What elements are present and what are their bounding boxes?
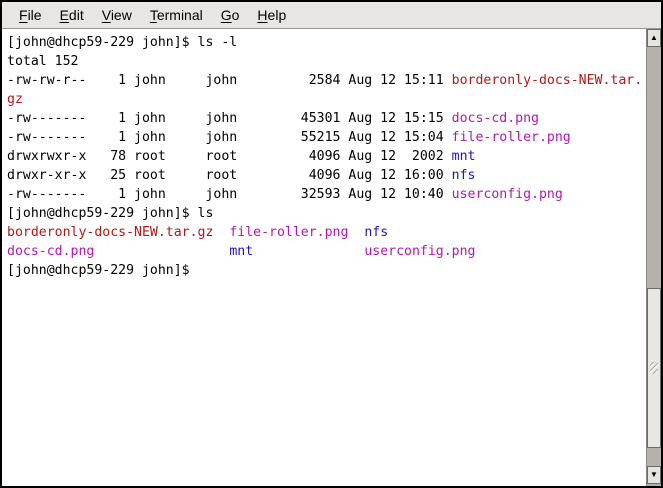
terminal-text-segment: userconfig.png <box>452 187 563 202</box>
terminal-text-segment: -rw------- 1 john john 32593 Aug 12 10:4… <box>7 187 452 202</box>
scrollbar-grip-icon <box>650 362 658 374</box>
terminal-text-segment: -rw-rw-r-- 1 john john 2584 Aug 12 15:11 <box>7 73 452 88</box>
menu-item-help[interactable]: Help <box>248 3 295 27</box>
terminal-text-segment: borderonly-docs-NEW.tar. <box>452 73 643 88</box>
terminal-text-segment: docs-cd.png <box>7 244 94 259</box>
terminal-text-segment: mnt <box>452 149 476 164</box>
terminal-text-segment: [john@dhcp59-229 john]$ ls -l <box>7 35 237 50</box>
terminal-text-segment <box>253 244 364 259</box>
terminal-text-segment: drwxrwxr-x 78 root root 4096 Aug 12 2002 <box>7 149 452 164</box>
terminal-text-segment: file-roller.png <box>452 130 571 145</box>
scrollbar-trough[interactable]: ▲ ▼ <box>646 29 661 486</box>
terminal-text-segment <box>348 225 364 240</box>
menu-item-terminal[interactable]: Terminal <box>141 3 212 27</box>
menu-bar: FileEditViewTerminalGoHelp <box>2 2 661 29</box>
scroll-down-button[interactable]: ▼ <box>647 466 661 484</box>
scrollbar[interactable]: ▲ ▼ <box>644 29 661 486</box>
terminal-text-segment: mnt <box>229 244 253 259</box>
menu-item-go[interactable]: Go <box>212 3 249 27</box>
terminal-text-segment: nfs <box>364 225 388 240</box>
terminal-text-segment: total 152 <box>7 54 78 69</box>
terminal-text-segment: file-roller.png <box>229 225 348 240</box>
scrollbar-thumb[interactable] <box>647 288 661 448</box>
terminal-text-segment: [john@dhcp59-229 john]$ ls <box>7 206 213 221</box>
menu-item-view[interactable]: View <box>93 3 141 27</box>
terminal-text-segment: docs-cd.png <box>452 111 539 126</box>
terminal-text-segment: drwxr-xr-x 25 root root 4096 Aug 12 16:0… <box>7 168 452 183</box>
scroll-up-icon: ▲ <box>650 34 658 42</box>
terminal-text-segment: [john@dhcp59-229 john]$ <box>7 263 198 278</box>
terminal-text-segment <box>94 244 229 259</box>
menu-item-file[interactable]: File <box>10 3 51 27</box>
terminal-screen[interactable]: [john@dhcp59-229 john]$ ls -l total 152 … <box>2 29 644 486</box>
terminal-text-segment: borderonly-docs-NEW.tar.gz <box>7 225 213 240</box>
terminal-text-segment: -rw------- 1 john john 55215 Aug 12 15:0… <box>7 130 452 145</box>
terminal-text-segment: -rw------- 1 john john 45301 Aug 12 15:1… <box>7 111 452 126</box>
terminal-text-segment: gz <box>7 92 23 107</box>
terminal-output: [john@dhcp59-229 john]$ ls -l total 152 … <box>2 29 644 280</box>
terminal-window: FileEditViewTerminalGoHelp [john@dhcp59-… <box>0 0 663 488</box>
terminal-text-segment: userconfig.png <box>364 244 475 259</box>
scroll-up-button[interactable]: ▲ <box>647 29 661 47</box>
terminal-text-segment <box>213 225 229 240</box>
scroll-down-icon: ▼ <box>650 471 658 479</box>
terminal-text-segment: nfs <box>452 168 476 183</box>
menu-item-edit[interactable]: Edit <box>51 3 93 27</box>
